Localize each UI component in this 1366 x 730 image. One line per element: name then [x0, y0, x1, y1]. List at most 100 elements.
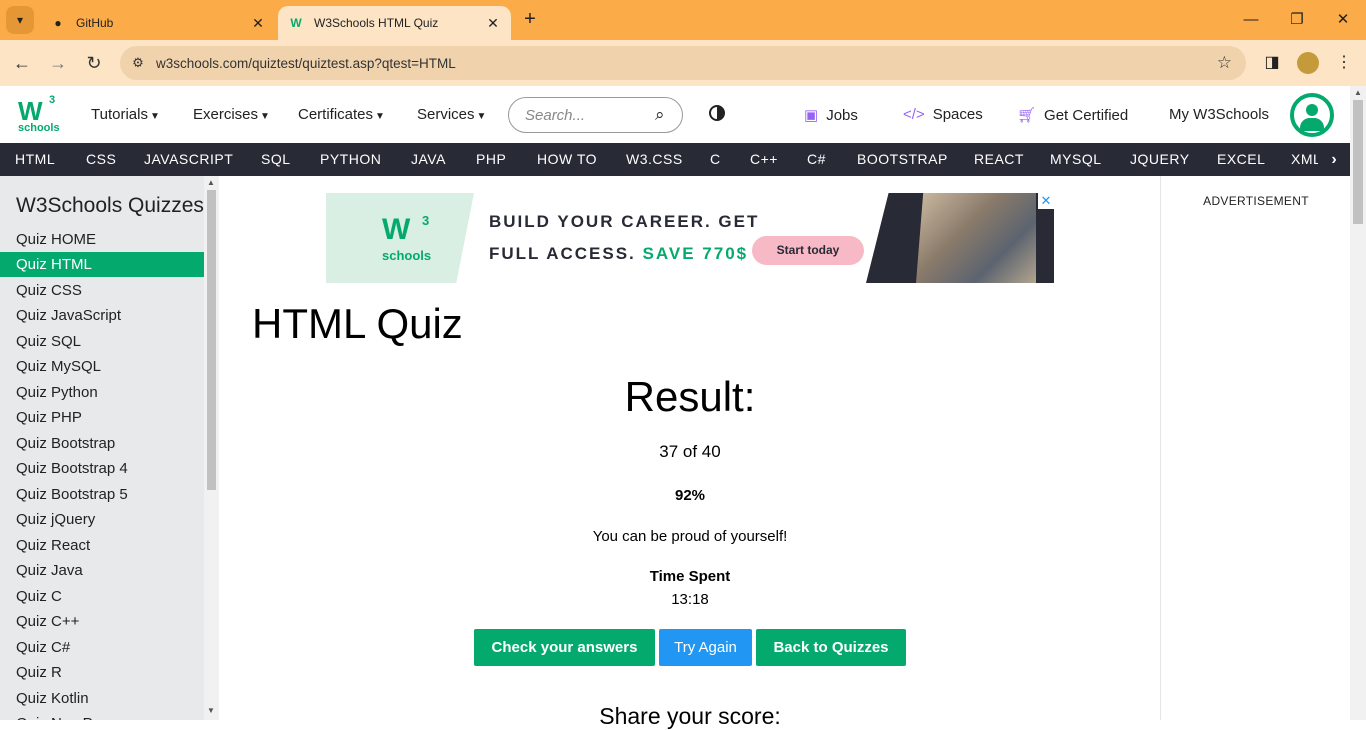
subject-link-excel[interactable]: EXCEL [1217, 151, 1265, 167]
ad-start-today-button[interactable]: Start today [752, 236, 864, 265]
sidebar-item-quiz-mysql[interactable]: Quiz MySQL [0, 354, 204, 379]
sidebar-item-quiz-r[interactable]: Quiz R [0, 660, 204, 685]
sidebar-item-quiz-java[interactable]: Quiz Java [0, 558, 204, 583]
get-certified-link[interactable]: 🛒︎ Get Certified [1017, 106, 1128, 124]
share-score-heading: Share your score: [599, 703, 781, 729]
try-again-button[interactable]: Try Again [659, 629, 752, 666]
subject-link-javascript[interactable]: JAVASCRIPT [144, 151, 233, 167]
browser-tab-bar: ▾ ● GitHub ✕ W W3Schools HTML Quiz ✕ + —… [0, 0, 1366, 40]
w3-top-nav: W 3 schools Tutorials ▼ Exercises ▼ Certif… [0, 86, 1350, 143]
ad-photo [916, 193, 1036, 283]
address-bar: ← → ↻ ⚙ w3schools.com/quiztest/quiztest.… [0, 40, 1366, 86]
sidebar-item-quiz-c[interactable]: Quiz C [0, 584, 204, 609]
page-scrollbar[interactable]: ▲ [1350, 86, 1366, 720]
jobs-link[interactable]: ▣ Jobs [804, 106, 858, 124]
url-field[interactable]: ⚙ w3schools.com/quiztest/quiztest.asp?qt… [120, 46, 1246, 80]
search-input[interactable]: Search... ⌕ [508, 97, 683, 133]
scroll-up-icon[interactable]: ▲ [207, 178, 215, 187]
time-spent-label: Time Spent [649, 568, 731, 585]
bookmark-star-icon[interactable]: ☆ [1217, 53, 1232, 73]
back-to-quizzes-button[interactable]: Back to Quizzes [756, 629, 906, 666]
restore-icon[interactable]: ❐ [1282, 8, 1312, 32]
reload-icon[interactable]: ↻ [82, 51, 106, 75]
ad-logo-superscript: 3 [422, 213, 430, 228]
subject-link-react[interactable]: REACT [974, 151, 1024, 167]
ad-banner[interactable]: W 3 schools BUILD YOUR CAREER. GET FULL … [326, 193, 1054, 283]
subject-link-cpp[interactable]: C++ [750, 151, 778, 167]
subject-link-css[interactable]: CSS [86, 151, 116, 167]
profile-avatar[interactable] [1297, 52, 1319, 74]
spaces-link[interactable]: </> Spaces [903, 106, 983, 123]
new-tab-button[interactable]: + [518, 8, 542, 32]
scroll-down-icon[interactable]: ▼ [207, 706, 215, 715]
search-icon[interactable]: ⌕ [655, 105, 665, 125]
tab-search-dropdown[interactable]: ▾ [6, 6, 34, 34]
menu-certificates[interactable]: Certificates ▼ [298, 106, 385, 123]
check-answers-button[interactable]: Check your answers [474, 629, 655, 666]
sidebar-title: W3Schools Quizzes [16, 194, 204, 217]
sidebar-item-quiz-html[interactable]: Quiz HTML [0, 252, 204, 277]
subject-link-sql[interactable]: SQL [261, 151, 291, 167]
subject-link-csharp[interactable]: C# [807, 151, 826, 167]
site-info-icon[interactable]: ⚙ [120, 55, 156, 71]
forward-icon[interactable]: → [46, 51, 70, 75]
sidebar-item-quiz-jquery[interactable]: Quiz jQuery [0, 507, 204, 532]
subject-link-python[interactable]: PYTHON [320, 151, 381, 167]
menu-exercises[interactable]: Exercises ▼ [193, 106, 270, 123]
ad-full-access: FULL ACCESS. [489, 244, 636, 263]
dark-mode-toggle-icon[interactable] [709, 105, 725, 121]
chevron-right-icon[interactable]: › [1318, 143, 1350, 176]
sidebar-item-quiz-php[interactable]: Quiz PHP [0, 405, 204, 430]
menu-kebab-icon[interactable]: ⋮ [1332, 51, 1356, 75]
ad-headline-line2: FULL ACCESS. SAVE 770$ [489, 244, 748, 264]
subject-link-c[interactable]: C [710, 151, 721, 167]
subject-link-bootstrap[interactable]: BOOTSTRAP [857, 151, 948, 167]
tab-github[interactable]: ● GitHub ✕ [40, 6, 276, 40]
w3schools-logo[interactable]: W 3 schools [16, 94, 60, 136]
side-panel-icon[interactable]: ◨ [1260, 51, 1284, 75]
result-message: You can be proud of yourself! [592, 528, 788, 545]
scrollbar-thumb[interactable] [1353, 100, 1363, 224]
sidebar-item-quiz-numpy[interactable]: Quiz NumPy [0, 711, 204, 720]
sidebar-item-quiz-python[interactable]: Quiz Python [0, 380, 204, 405]
scrollbar-thumb[interactable] [207, 190, 216, 490]
menu-label: Certificates [298, 106, 374, 123]
sidebar-item-quiz-bootstrap-5[interactable]: Quiz Bootstrap 5 [0, 482, 204, 507]
menu-services[interactable]: Services ▼ [417, 106, 486, 123]
close-icon[interactable]: ✕ [485, 15, 501, 32]
sidebar-item-quiz-javascript[interactable]: Quiz JavaScript [0, 303, 204, 328]
tab-w3schools-quiz[interactable]: W W3Schools HTML Quiz ✕ [278, 6, 511, 40]
back-icon[interactable]: ← [10, 51, 34, 75]
sidebar-item-quiz-bootstrap[interactable]: Quiz Bootstrap [0, 431, 204, 456]
close-icon[interactable]: ✕ [250, 15, 266, 32]
subject-nav-bar: HTML CSS JAVASCRIPT SQL PYTHON JAVA PHP … [0, 143, 1350, 176]
subject-link-html[interactable]: HTML [15, 151, 55, 167]
sidebar-item-quiz-react[interactable]: Quiz React [0, 533, 204, 558]
subject-link-mysql[interactable]: MYSQL [1050, 151, 1102, 167]
ad-close-icon[interactable]: ✕ [1038, 193, 1054, 209]
scroll-up-icon[interactable]: ▲ [1354, 88, 1362, 97]
subject-link-php[interactable]: PHP [476, 151, 506, 167]
subject-link-xml[interactable]: XML [1291, 151, 1321, 167]
sidebar-item-quiz-kotlin[interactable]: Quiz Kotlin [0, 686, 204, 711]
subject-link-java[interactable]: JAVA [411, 151, 446, 167]
my-w3schools-link[interactable]: My W3Schools [1169, 106, 1269, 123]
sidebar-item-quiz-bootstrap-4[interactable]: Quiz Bootstrap 4 [0, 456, 204, 481]
sidebar-item-quiz-css[interactable]: Quiz CSS [0, 278, 204, 303]
menu-tutorials[interactable]: Tutorials ▼ [91, 106, 160, 123]
user-account-icon[interactable] [1290, 93, 1334, 137]
subject-link-jquery[interactable]: JQUERY [1130, 151, 1190, 167]
briefcase-icon: ▣ [804, 107, 819, 124]
sidebar-scrollbar[interactable]: ▲ ▼ [204, 176, 219, 720]
sidebar-item-quiz-cpp[interactable]: Quiz C++ [0, 609, 204, 634]
sidebar-item-quiz-home[interactable]: Quiz HOME [0, 227, 204, 252]
menu-label: Services [417, 106, 475, 123]
subject-link-w3css[interactable]: W3.CSS [626, 151, 683, 167]
sidebar-item-quiz-csharp[interactable]: Quiz C# [0, 635, 204, 660]
window-close-icon[interactable]: ✕ [1328, 8, 1358, 32]
right-ad-column: ADVERTISEMENT [1160, 176, 1350, 720]
page-title: HTML Quiz [252, 300, 463, 347]
minimize-icon[interactable]: — [1236, 8, 1266, 32]
sidebar-item-quiz-sql[interactable]: Quiz SQL [0, 329, 204, 354]
subject-link-howto[interactable]: HOW TO [537, 151, 597, 167]
